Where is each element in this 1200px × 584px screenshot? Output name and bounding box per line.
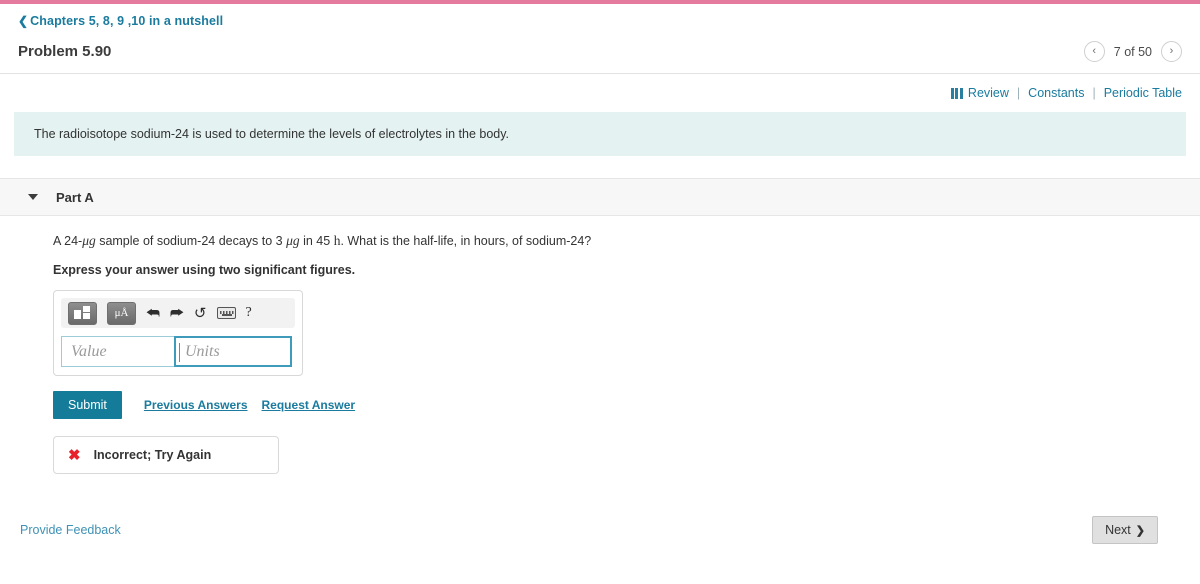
constants-link[interactable]: Constants [1028, 86, 1084, 100]
keyboard-icon[interactable] [216, 307, 236, 320]
answer-status-box: ✖ Incorrect; Try Again [53, 436, 279, 475]
reset-icon[interactable]: ↺ [194, 306, 207, 321]
footer: Provide Feedback Next ❯ [0, 474, 1200, 545]
answer-links: Previous Answers Request Answer [144, 398, 355, 412]
answer-widget: μÅ ⮪ ⮫ ↺ ? Value Units [53, 290, 303, 377]
review-label: Review [967, 86, 1009, 100]
question-text: A 24-μg sample of sodium-24 decays to 3 … [53, 232, 1200, 251]
redo-icon[interactable]: ⮫ [170, 306, 184, 321]
template-icon [74, 306, 91, 320]
answer-fields: Value Units [61, 336, 295, 368]
breadcrumb-label: Chapters 5, 8, 9 ,10 in a nutshell [30, 14, 224, 28]
separator-2: | [1092, 86, 1096, 100]
provide-feedback-link[interactable]: Provide Feedback [20, 523, 121, 537]
question-body: A 24-μg sample of sodium-24 decays to 3 … [0, 216, 1200, 475]
answer-instruction: Express your answer using two significan… [53, 263, 356, 278]
separator-1: | [1016, 86, 1021, 100]
question-seg-2: sample of sodium-24 decays to 3 [95, 234, 287, 249]
value-input[interactable]: Value [61, 336, 175, 368]
request-answer-link[interactable]: Request Answer [262, 398, 356, 412]
breadcrumb-back-link[interactable]: ❮ Chapters 5, 8, 9 ,10 in a nutshell [18, 14, 223, 28]
utility-links-row: Review | Constants | Periodic Table [0, 74, 1200, 110]
question-unit-2: μg [286, 233, 300, 249]
review-link[interactable]: Review [950, 86, 1009, 100]
question-seg-4: . What is the half-life, in hours, of so… [340, 234, 592, 249]
units-input[interactable]: Units [174, 336, 292, 368]
part-a-header[interactable]: Part A [0, 178, 1200, 217]
question-seg-1: A 24- [53, 234, 83, 249]
units-button[interactable]: μÅ [107, 301, 136, 325]
answer-toolbar: μÅ ⮪ ⮫ ↺ ? [61, 298, 295, 329]
help-icon[interactable]: ? [246, 305, 252, 321]
template-button[interactable] [68, 301, 97, 325]
submit-button[interactable]: Submit [53, 391, 122, 420]
periodic-table-link[interactable]: Periodic Table [1104, 86, 1182, 100]
question-seg-3: in 45 [299, 234, 334, 249]
chevron-right-icon: ❯ [1135, 524, 1145, 537]
units-button-label: μÅ [114, 306, 129, 319]
problem-intro-banner: The radioisotope sodium-24 is used to de… [14, 112, 1186, 157]
breadcrumb-row: ❮ Chapters 5, 8, 9 ,10 in a nutshell [0, 4, 1200, 30]
previous-answers-link[interactable]: Previous Answers [144, 398, 248, 412]
page-title: Problem 5.90 [18, 43, 112, 60]
next-button[interactable]: Next ❯ [1092, 516, 1158, 545]
next-problem-button[interactable]: › [1161, 41, 1182, 62]
prev-problem-button[interactable]: ‹ [1083, 41, 1105, 62]
question-unit-1: μg [82, 233, 96, 249]
book-icon [950, 87, 963, 99]
answer-status-text: Incorrect; Try Again [93, 448, 212, 463]
undo-icon[interactable]: ⮪ [146, 306, 160, 321]
pagination: ‹ 7 of 50 › [1083, 41, 1182, 62]
incorrect-icon: ✖ [68, 446, 81, 464]
next-button-label: Next [1105, 523, 1131, 538]
submit-row: Submit Previous Answers Request Answer [53, 391, 1200, 420]
part-a-label: Part A [56, 189, 94, 205]
chevron-left-icon: ❮ [18, 14, 29, 28]
title-row: Problem 5.90 ‹ 7 of 50 › [0, 30, 1200, 74]
problem-count-label: 7 of 50 [1113, 44, 1152, 59]
caret-down-icon[interactable] [28, 194, 38, 201]
